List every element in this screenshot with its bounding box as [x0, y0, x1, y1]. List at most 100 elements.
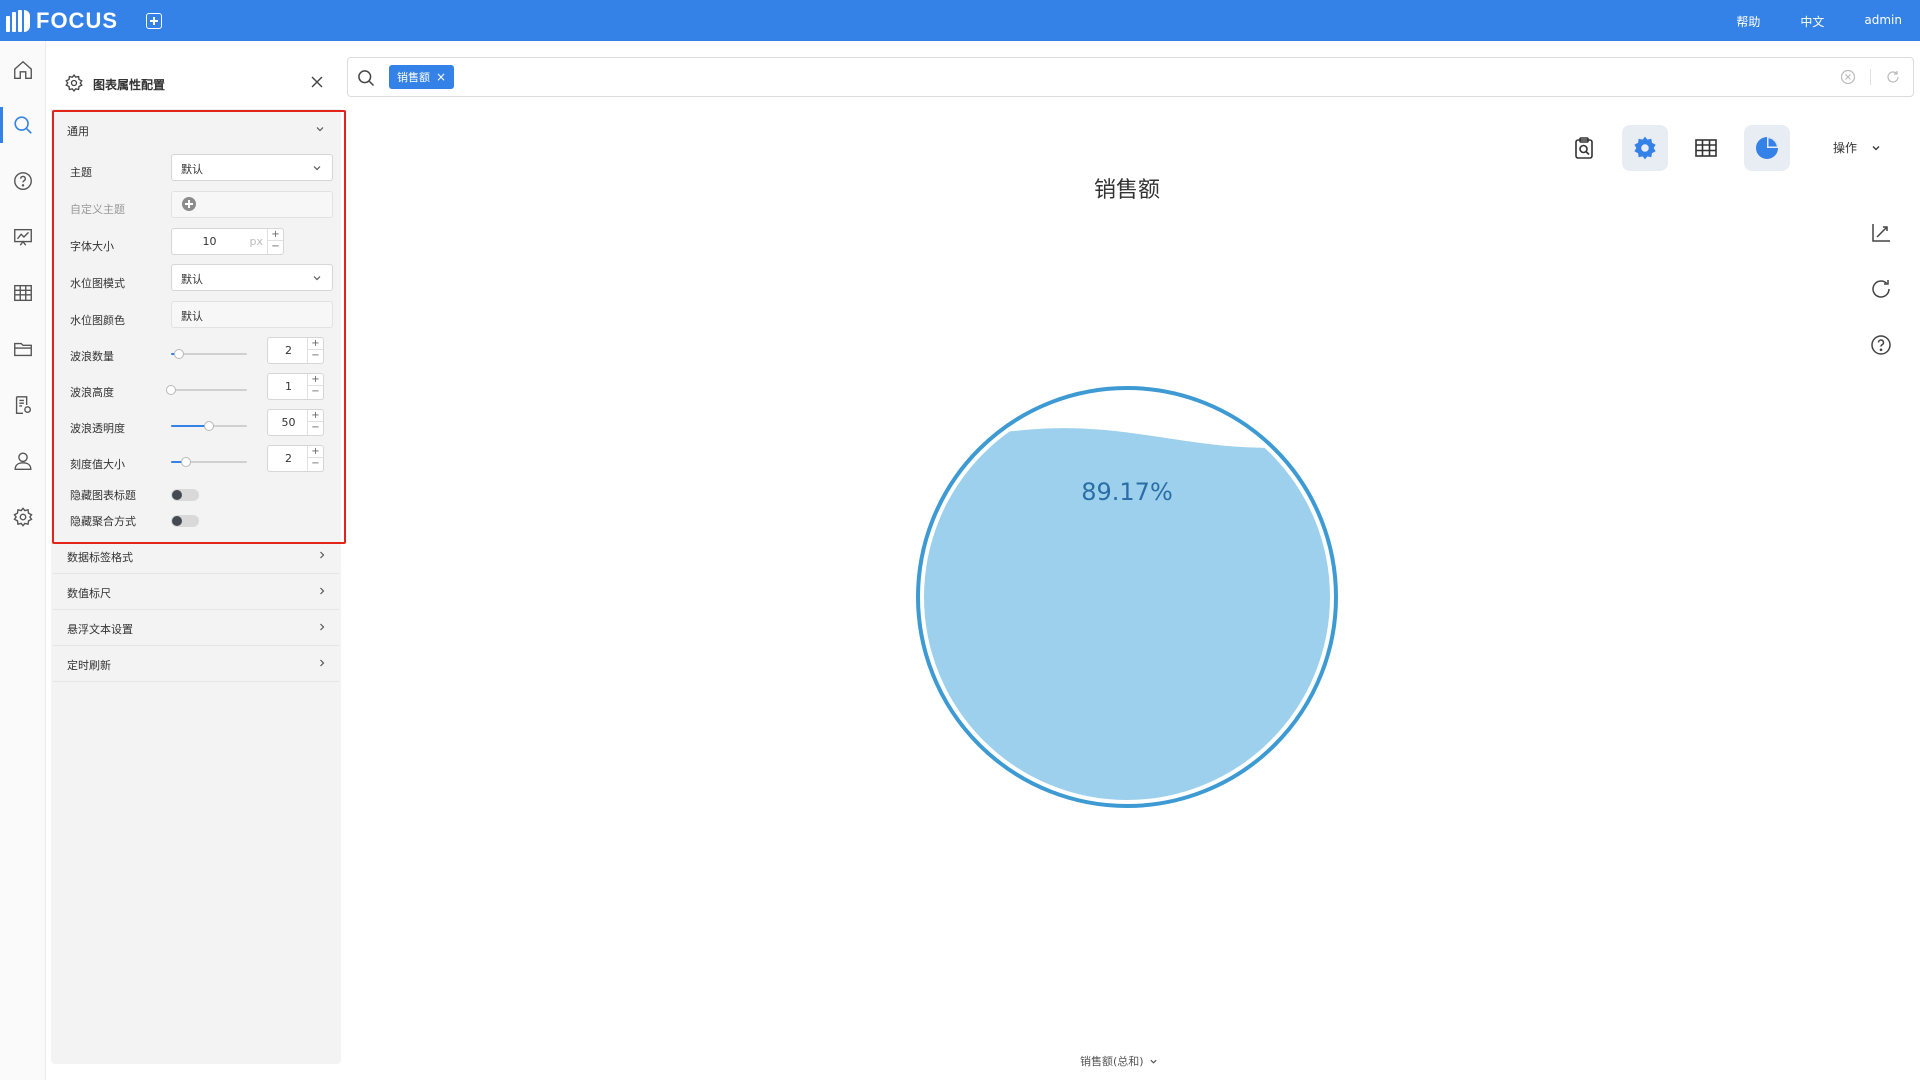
hide-title-label: 隐藏图表标题: [70, 489, 136, 502]
tick-size-label: 刻度值大小: [70, 458, 125, 471]
water-color-field[interactable]: 默认: [171, 301, 333, 328]
add-circle-icon[interactable]: [182, 197, 196, 211]
wave-height-stepper[interactable]: + −: [307, 374, 323, 399]
wave-height-slider[interactable]: [166, 385, 247, 395]
wave-opacity-slider[interactable]: [171, 421, 247, 431]
operations-menu[interactable]: 操作: [1833, 139, 1881, 156]
wave-height-label: 波浪高度: [70, 386, 114, 399]
nav-report-settings[interactable]: [0, 383, 46, 427]
water-color-label: 水位图颜色: [70, 314, 125, 327]
close-icon[interactable]: [309, 74, 325, 90]
tick-size-slider[interactable]: [171, 457, 247, 467]
divider: [1870, 69, 1871, 85]
nav-user[interactable]: [0, 439, 46, 483]
gear-icon: [13, 507, 33, 527]
chip-close-icon[interactable]: ×: [436, 71, 446, 83]
increment-button[interactable]: +: [308, 374, 323, 386]
general-section-header[interactable]: 通用: [67, 123, 89, 139]
nav-search[interactable]: [0, 103, 46, 147]
slider-thumb[interactable]: [166, 385, 176, 395]
collapsed-section-label: 数值标尺: [67, 587, 111, 600]
rotate-tool[interactable]: [1869, 277, 1893, 305]
font-size-input[interactable]: 10 px + −: [171, 228, 284, 255]
decrement-button[interactable]: −: [308, 458, 323, 470]
refresh-icon[interactable]: [1885, 69, 1901, 85]
hide-agg-toggle[interactable]: [171, 515, 199, 527]
decrement-button[interactable]: −: [308, 386, 323, 398]
pie-chart-icon: [1756, 137, 1778, 159]
custom-theme-field[interactable]: [171, 191, 333, 218]
home-icon: [14, 60, 32, 79]
user-menu[interactable]: admin: [1864, 13, 1902, 30]
theme-label: 主题: [70, 166, 92, 179]
chart-settings-tool[interactable]: [1622, 125, 1668, 171]
wave-count-stepper[interactable]: + −: [307, 338, 323, 363]
water-style-select[interactable]: 默认: [171, 264, 333, 291]
nav-dashboard[interactable]: [0, 215, 46, 259]
wave-height-input[interactable]: 1 + −: [267, 373, 324, 400]
font-size-stepper[interactable]: + −: [267, 229, 283, 254]
wave-opacity-value: 50: [281, 416, 296, 429]
nav-home[interactable]: [0, 48, 46, 92]
top-bar: FOCUS 帮助 中文 admin: [0, 0, 1920, 41]
increment-button[interactable]: +: [308, 446, 323, 458]
axis-tool[interactable]: [1869, 221, 1893, 249]
hide-agg-label: 隐藏聚合方式: [70, 515, 136, 528]
chart-help-tool[interactable]: [1869, 333, 1893, 361]
nav-table[interactable]: [0, 271, 46, 315]
wave-count-input[interactable]: 2 + −: [267, 337, 324, 364]
chevron-down-icon: [1149, 1059, 1157, 1064]
gear-icon: [65, 74, 83, 92]
tooltip-settings-row[interactable]: 悬浮文本设置: [53, 610, 339, 646]
value-ruler-row[interactable]: 数值标尺: [53, 574, 339, 610]
search-chip[interactable]: 销售额 ×: [389, 65, 455, 89]
decrement-button[interactable]: −: [308, 422, 323, 434]
chevron-right-icon: [320, 623, 325, 631]
wave-opacity-input[interactable]: 50 + −: [267, 409, 324, 436]
increment-button[interactable]: +: [268, 229, 283, 241]
theme-select[interactable]: 默认: [171, 154, 333, 181]
decrement-button[interactable]: −: [268, 241, 283, 253]
aggregation-label: 销售额(总和): [1080, 1055, 1144, 1068]
slider-thumb[interactable]: [181, 457, 192, 467]
slider-thumb[interactable]: [173, 349, 184, 359]
clear-icon[interactable]: [1840, 69, 1856, 85]
search-chip-label: 销售额: [397, 71, 430, 84]
increment-button[interactable]: +: [308, 410, 323, 422]
nav-settings[interactable]: [0, 495, 46, 539]
chart-type-tool[interactable]: [1744, 125, 1790, 171]
tick-size-stepper[interactable]: + −: [307, 446, 323, 471]
data-label-format-row[interactable]: 数据标签格式: [53, 538, 339, 574]
increment-button[interactable]: +: [308, 338, 323, 350]
nav-question[interactable]: [0, 159, 46, 203]
liquid-fill-chart[interactable]: 89.17%: [900, 370, 1354, 824]
wave-count-slider[interactable]: [171, 349, 247, 359]
tick-size-input[interactable]: 2 + −: [267, 445, 324, 472]
tick-size-value: 2: [285, 452, 292, 465]
question-icon: [14, 172, 32, 190]
aggregation-selector[interactable]: 销售额(总和): [1080, 1053, 1158, 1069]
hide-title-toggle[interactable]: [171, 489, 199, 501]
collapsed-section-label: 悬浮文本设置: [67, 623, 133, 636]
focus-logo[interactable]: FOCUS: [6, 8, 118, 34]
table-view-tool[interactable]: [1683, 125, 1729, 171]
language-switch[interactable]: 中文: [1800, 13, 1824, 30]
search-bar[interactable]: 销售额 ×: [347, 57, 1914, 97]
chevron-down-icon: [313, 166, 321, 171]
search-icon: [358, 70, 375, 87]
search-icon: [14, 116, 32, 134]
decrement-button[interactable]: −: [308, 350, 323, 362]
chevron-down-icon[interactable]: [315, 124, 325, 134]
table-icon: [1695, 139, 1717, 157]
panel-header: 图表属性配置: [51, 58, 341, 110]
new-tab-icon[interactable]: [146, 13, 162, 29]
auto-refresh-row[interactable]: 定时刷新: [53, 646, 339, 682]
collapsed-section-label: 数据标签格式: [67, 551, 133, 564]
chart-property-panel: 图表属性配置 通用 主题 默认 自定义主题 字体大小 10 px + − 水位图…: [51, 58, 341, 1064]
clipboard-tool[interactable]: [1561, 125, 1607, 171]
slider-thumb[interactable]: [204, 421, 214, 431]
wave-count-label: 波浪数量: [70, 350, 114, 363]
help-link[interactable]: 帮助: [1736, 13, 1760, 30]
wave-opacity-stepper[interactable]: + −: [307, 410, 323, 435]
nav-folder[interactable]: [0, 327, 46, 371]
